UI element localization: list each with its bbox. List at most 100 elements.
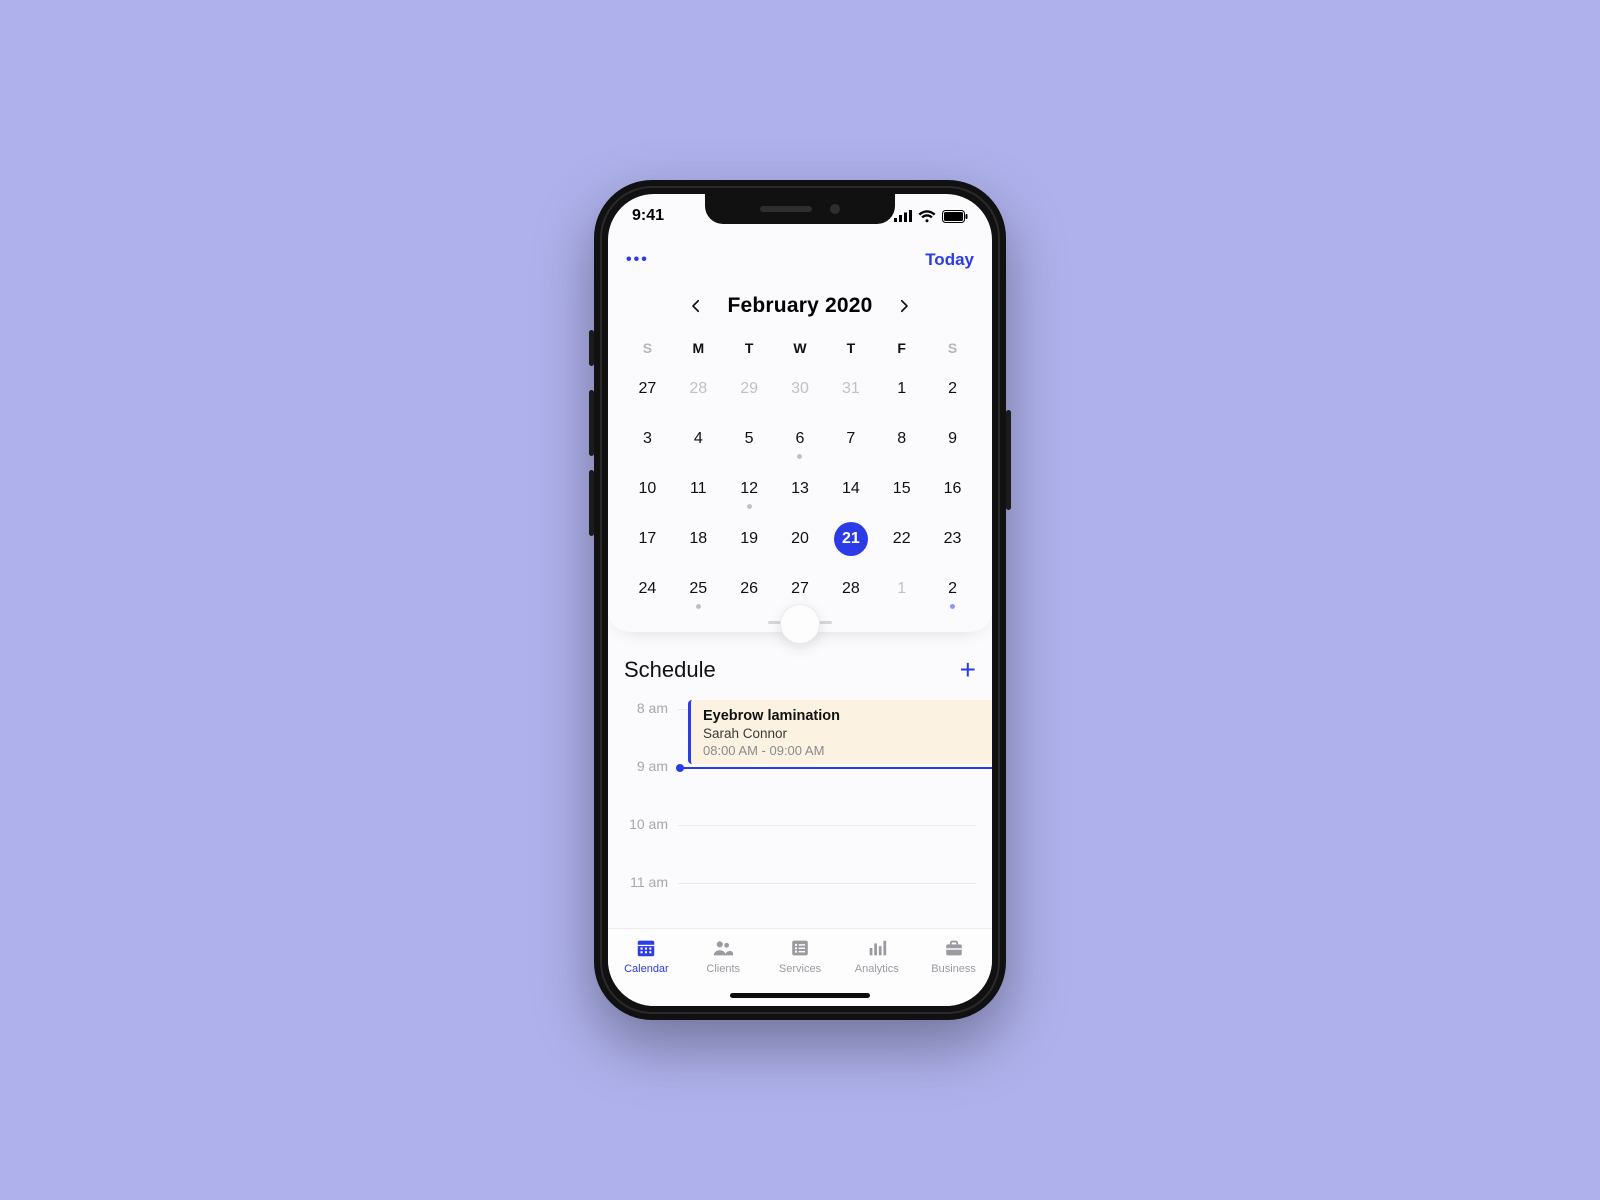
date-number: 27 [630, 372, 664, 406]
hour-divider [678, 825, 976, 826]
date-number: 25 [681, 572, 715, 606]
weekday-label: S [622, 334, 673, 362]
date-number: 30 [783, 372, 817, 406]
event-dot [696, 604, 701, 609]
calendar-icon [634, 937, 658, 959]
date-number: 24 [630, 572, 664, 606]
date-cell[interactable]: 13 [775, 466, 826, 512]
weekday-label: W [775, 334, 826, 362]
phone-notch [705, 194, 895, 224]
phone-frame: 9:41 ••• Today February 2020 SMTWTFS 272… [594, 180, 1006, 1020]
home-indicator[interactable] [730, 993, 870, 998]
date-cell[interactable]: 28 [825, 566, 876, 612]
date-number: 9 [936, 422, 970, 456]
date-cell[interactable]: 23 [927, 516, 978, 562]
date-number: 10 [630, 472, 664, 506]
weekday-label: F [876, 334, 927, 362]
more-button[interactable]: ••• [626, 251, 649, 269]
date-number: 5 [732, 422, 766, 456]
tab-calendar[interactable]: Calendar [608, 937, 685, 1006]
date-number: 27 [783, 572, 817, 606]
schedule-title: Schedule [624, 657, 716, 683]
date-cell[interactable]: 31 [825, 366, 876, 412]
date-cell[interactable]: 25 [673, 566, 724, 612]
calendar-panel: February 2020 SMTWTFS 272829303112345678… [608, 282, 992, 632]
date-cell[interactable]: 10 [622, 466, 673, 512]
date-number: 11 [681, 472, 715, 506]
phone-side-button [589, 470, 594, 536]
business-icon [942, 937, 966, 959]
date-number: 22 [885, 522, 919, 556]
date-cell[interactable]: 17 [622, 516, 673, 562]
date-number: 23 [936, 522, 970, 556]
date-number: 28 [834, 572, 868, 606]
weekday-label: S [927, 334, 978, 362]
date-cell[interactable]: 8 [876, 416, 927, 462]
date-cell[interactable]: 6 [775, 416, 826, 462]
hour-label: 10 am [624, 816, 678, 832]
tab-business[interactable]: Business [915, 937, 992, 1006]
add-event-button[interactable]: + [960, 656, 976, 684]
date-cell[interactable]: 3 [622, 416, 673, 462]
date-number: 3 [630, 422, 664, 456]
date-cell[interactable]: 22 [876, 516, 927, 562]
date-cell[interactable]: 11 [673, 466, 724, 512]
tab-label: Calendar [624, 963, 669, 975]
date-number: 18 [681, 522, 715, 556]
date-cell[interactable]: 24 [622, 566, 673, 612]
analytics-icon [865, 937, 889, 959]
date-cell[interactable]: 18 [673, 516, 724, 562]
tab-label: Analytics [855, 963, 899, 975]
date-number: 28 [681, 372, 715, 406]
date-cell[interactable]: 4 [673, 416, 724, 462]
date-cell[interactable]: 14 [825, 466, 876, 512]
today-button[interactable]: Today [925, 250, 974, 270]
date-number: 29 [732, 372, 766, 406]
date-number: 26 [732, 572, 766, 606]
cellular-icon [894, 210, 912, 222]
weekday-label: T [825, 334, 876, 362]
date-cell[interactable]: 19 [724, 516, 775, 562]
date-number: 2 [936, 572, 970, 606]
date-number: 19 [732, 522, 766, 556]
date-number: 13 [783, 472, 817, 506]
date-cell[interactable]: 20 [775, 516, 826, 562]
date-cell[interactable]: 1 [876, 566, 927, 612]
date-cell[interactable]: 21 [825, 516, 876, 562]
month-title: February 2020 [727, 294, 872, 318]
chevron-right-icon[interactable] [895, 297, 913, 315]
timeline[interactable]: Eyebrow lamination Sarah Connor 08:00 AM… [624, 700, 976, 932]
date-number: 6 [783, 422, 817, 456]
weekday-row: SMTWTFS [608, 334, 992, 362]
phone-side-button [589, 330, 594, 366]
date-cell[interactable]: 2 [927, 366, 978, 412]
weekday-label: T [724, 334, 775, 362]
date-cell[interactable]: 5 [724, 416, 775, 462]
nav-bar: ••• Today [608, 238, 992, 282]
date-number: 7 [834, 422, 868, 456]
hour-row: 10 am [624, 816, 976, 874]
date-cell[interactable]: 30 [775, 366, 826, 412]
date-cell[interactable]: 7 [825, 416, 876, 462]
chevron-left-icon[interactable] [687, 297, 705, 315]
event-card[interactable]: Eyebrow lamination Sarah Connor 08:00 AM… [688, 700, 992, 764]
date-cell[interactable]: 1 [876, 366, 927, 412]
date-cell[interactable]: 27 [622, 366, 673, 412]
date-cell[interactable]: 12 [724, 466, 775, 512]
phone-side-button [589, 390, 594, 456]
date-cell[interactable]: 29 [724, 366, 775, 412]
event-time: 08:00 AM - 09:00 AM [703, 743, 980, 758]
date-cell[interactable]: 2 [927, 566, 978, 612]
date-number: 15 [885, 472, 919, 506]
date-cell[interactable]: 9 [927, 416, 978, 462]
hour-label: 11 am [624, 874, 678, 890]
status-time: 9:41 [632, 207, 664, 225]
event-title: Eyebrow lamination [703, 708, 980, 724]
date-cell[interactable]: 26 [724, 566, 775, 612]
date-number: 16 [936, 472, 970, 506]
date-cell[interactable]: 28 [673, 366, 724, 412]
date-cell[interactable]: 15 [876, 466, 927, 512]
event-dot [950, 604, 955, 609]
date-number: 12 [732, 472, 766, 506]
date-cell[interactable]: 16 [927, 466, 978, 512]
